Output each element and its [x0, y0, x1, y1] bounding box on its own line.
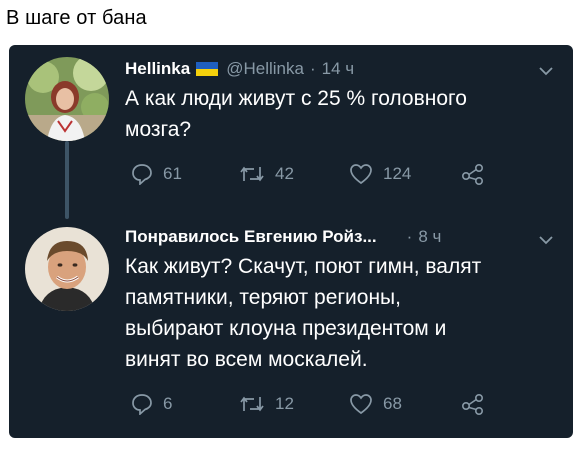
- share-icon: [461, 393, 485, 415]
- retweet-button[interactable]: 12: [239, 394, 349, 414]
- like-button[interactable]: 68: [349, 393, 461, 415]
- reply-button[interactable]: 61: [131, 163, 239, 185]
- like-icon: [349, 163, 373, 185]
- tweet-time[interactable]: 8 ч: [418, 227, 441, 247]
- share-button[interactable]: [461, 393, 485, 415]
- retweet-count: 12: [275, 394, 294, 413]
- reply-count: 61: [163, 164, 182, 183]
- like-count: 68: [383, 394, 402, 413]
- retweet-icon: [239, 394, 265, 414]
- avatar-hellinka[interactable]: [25, 57, 109, 141]
- avatar-roizman[interactable]: [25, 227, 109, 311]
- tweet-header: Понравилось Евгению Ройз... · 8 ч: [125, 227, 441, 247]
- share-button[interactable]: [461, 163, 485, 185]
- separator-dot: ·: [406, 227, 413, 246]
- author-name[interactable]: Понравилось Евгению Ройз...: [125, 227, 377, 247]
- tweet-text: Как живут? Скачут, поют гимн, валят памя…: [125, 255, 482, 371]
- tweet-actions: 6 12 68: [131, 393, 485, 415]
- chevron-down-icon[interactable]: [539, 63, 553, 81]
- tweet-header: Hellinka @Hellinka · 14 ч: [125, 59, 354, 79]
- reply-icon: [131, 393, 153, 415]
- thread-connector-line: [65, 141, 69, 219]
- tweet-actions: 61 42 124: [131, 163, 485, 185]
- reply-button[interactable]: 6: [131, 393, 239, 415]
- reply-count: 6: [163, 394, 173, 413]
- retweet-button[interactable]: 42: [239, 164, 349, 184]
- author-handle[interactable]: @Hellinka: [226, 59, 304, 79]
- share-icon: [461, 163, 485, 185]
- retweet-icon: [239, 164, 265, 184]
- reply-icon: [131, 163, 153, 185]
- chevron-down-icon[interactable]: [539, 232, 553, 250]
- tweet-text: А как люди живут с 25 % головного мозга?: [125, 87, 467, 141]
- page-caption: В шаге от бана: [6, 7, 147, 29]
- author-name[interactable]: Hellinka: [125, 59, 190, 79]
- retweet-count: 42: [275, 164, 294, 183]
- like-count: 124: [383, 164, 412, 183]
- ukraine-flag-icon: [196, 62, 219, 76]
- tweet-thread-card: Hellinka @Hellinka · 14 ч А как люди жив…: [9, 45, 573, 438]
- tweet-time[interactable]: 14 ч: [322, 59, 355, 79]
- separator-dot: ·: [309, 59, 316, 78]
- like-button[interactable]: 124: [349, 163, 461, 185]
- like-icon: [349, 393, 373, 415]
